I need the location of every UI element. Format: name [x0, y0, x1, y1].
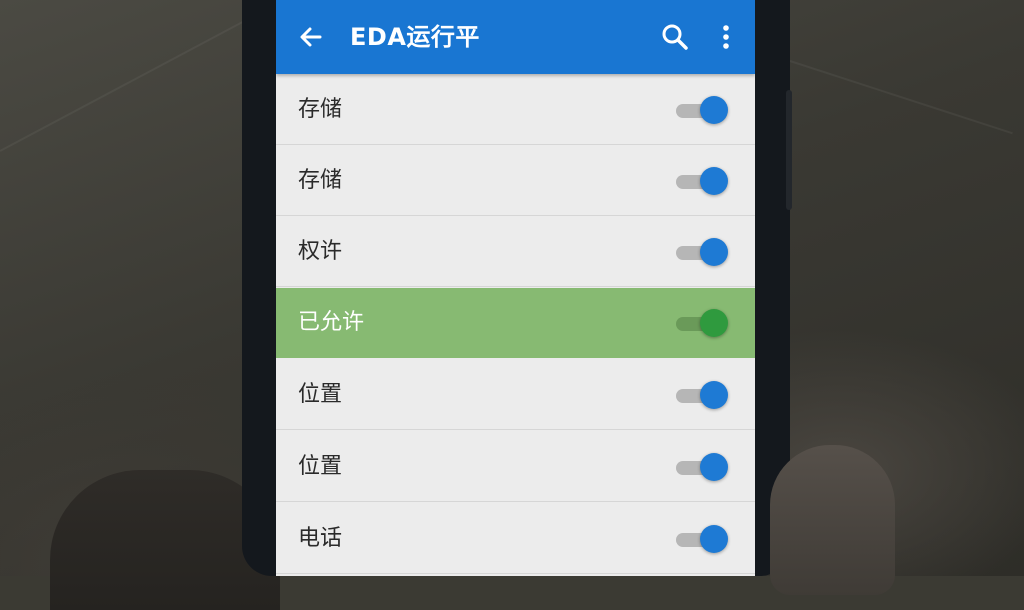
permission-row-selected[interactable]: 已允许: [276, 288, 755, 358]
toggle-thumb: [700, 453, 728, 481]
toggle-thumb: [700, 309, 728, 337]
toggle-thumb: [700, 238, 728, 266]
permission-row[interactable]: 存储: [276, 145, 755, 216]
permission-toggle[interactable]: [674, 524, 730, 554]
permission-row[interactable]: 权许: [276, 216, 755, 287]
phone-screen: EDA运行平 存储 存储 权许 已允许 位置 位置 电话: [276, 0, 755, 576]
permission-toggle[interactable]: [674, 380, 730, 410]
permission-toggle[interactable]: [674, 452, 730, 482]
toggle-thumb: [700, 167, 728, 195]
more-vert-icon[interactable]: [714, 22, 738, 52]
permission-row[interactable]: 电话: [276, 503, 755, 574]
toggle-thumb: [700, 96, 728, 124]
toggle-thumb: [700, 381, 728, 409]
permission-label: 电话: [298, 526, 343, 551]
arrow-back-icon[interactable]: [296, 22, 326, 52]
permission-label: 存储: [298, 97, 343, 122]
permission-toggle[interactable]: [674, 237, 730, 267]
hand-finger: [770, 445, 895, 595]
toggle-thumb: [700, 525, 728, 553]
permission-row[interactable]: 存储: [276, 74, 755, 145]
permission-row[interactable]: 位置: [276, 431, 755, 502]
search-icon[interactable]: [660, 22, 690, 52]
permission-toggle[interactable]: [674, 166, 730, 196]
permission-label: 位置: [298, 382, 343, 407]
permission-toggle[interactable]: [674, 95, 730, 125]
permission-label: 位置: [298, 454, 343, 479]
app-bar: EDA运行平: [276, 0, 755, 74]
permission-label: 存储: [298, 168, 343, 193]
app-title: EDA运行平: [350, 23, 480, 51]
permission-row[interactable]: 位置: [276, 359, 755, 430]
permission-label: 已允许: [298, 310, 365, 335]
permission-label: 权许: [298, 239, 343, 264]
permission-toggle[interactable]: [674, 308, 730, 338]
phone-side-button: [786, 90, 792, 210]
